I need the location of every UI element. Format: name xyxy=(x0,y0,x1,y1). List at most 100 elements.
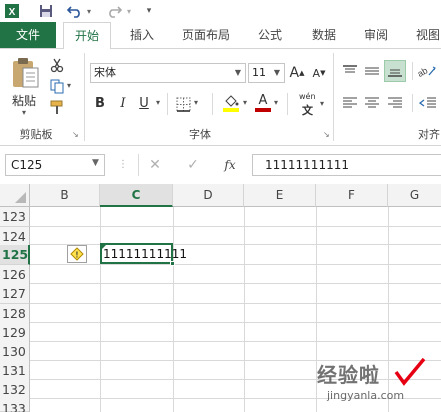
svg-text:X: X xyxy=(9,7,16,18)
row-header[interactable]: 128 xyxy=(0,304,30,324)
tab-data[interactable]: 数据 xyxy=(304,22,344,49)
insert-function-icon[interactable]: fx xyxy=(220,156,240,174)
tab-insert[interactable]: 插入 xyxy=(122,22,162,49)
formula-bar-grip-icon: ⋮ xyxy=(118,159,128,170)
name-box[interactable]: C125 xyxy=(5,154,105,176)
copy-icon[interactable] xyxy=(48,77,66,95)
row-header[interactable]: 131 xyxy=(0,361,30,381)
gridline xyxy=(30,244,441,245)
column-header-b[interactable]: B xyxy=(30,184,100,207)
italic-button[interactable]: I xyxy=(115,94,131,112)
bold-button[interactable]: B xyxy=(92,94,108,112)
tab-formulas[interactable]: 公式 xyxy=(250,22,290,49)
paste-dropdown-icon[interactable]: ▾ xyxy=(22,108,26,117)
alignment-group-label: 对齐 xyxy=(418,128,440,141)
align-left-icon[interactable] xyxy=(341,94,359,112)
warning-icon[interactable]: ! xyxy=(67,245,87,263)
borders-icon[interactable] xyxy=(174,95,192,113)
font-size-select[interactable]: 11 ▼ xyxy=(248,63,285,83)
tab-page-layout[interactable]: 页面布局 xyxy=(174,22,238,49)
decrease-font-size-icon[interactable]: A ▼ xyxy=(311,63,327,83)
separator xyxy=(412,94,413,112)
excel-icon: X xyxy=(4,3,20,19)
clipboard-launcher-icon[interactable]: ↘ xyxy=(72,130,79,139)
row-header[interactable]: 124 xyxy=(0,227,30,247)
phonetic-guide-icon[interactable]: 文 xyxy=(302,102,313,118)
underline-dropdown-icon[interactable]: ▾ xyxy=(156,98,160,107)
gridline xyxy=(173,207,174,412)
font-size-value: 11 xyxy=(252,66,266,79)
row-header[interactable]: 127 xyxy=(0,284,30,304)
group-divider xyxy=(333,53,334,141)
customize-quick-access-icon[interactable]: ▾ xyxy=(143,3,155,19)
cancel-entry-icon[interactable]: ✕ xyxy=(146,156,164,174)
underline-button[interactable]: U xyxy=(136,94,152,112)
gridline xyxy=(30,264,441,265)
cut-icon[interactable] xyxy=(48,56,66,74)
paste-icon[interactable] xyxy=(8,56,42,90)
middle-align-icon[interactable] xyxy=(363,62,381,80)
row-header[interactable]: 133 xyxy=(0,399,30,412)
gridline xyxy=(30,341,441,342)
gridline xyxy=(30,283,441,284)
tab-file[interactable]: 文件 xyxy=(0,22,56,49)
font-color-dropdown-icon[interactable]: ▾ xyxy=(274,98,278,107)
font-launcher-icon[interactable]: ↘ xyxy=(323,130,330,139)
paste-label[interactable]: 粘贴 xyxy=(12,92,36,109)
borders-dropdown-icon[interactable]: ▾ xyxy=(194,98,198,107)
font-name-select[interactable]: 宋体 ▼ xyxy=(90,63,246,83)
fill-color-dropdown-icon[interactable]: ▾ xyxy=(243,98,247,107)
tab-home[interactable]: 开始 xyxy=(63,22,111,49)
column-header-e[interactable]: E xyxy=(244,184,316,207)
undo-icon[interactable] xyxy=(67,3,83,19)
row-header[interactable]: 130 xyxy=(0,342,30,362)
fill-handle[interactable] xyxy=(170,261,175,266)
increase-font-size-icon[interactable]: A ▲ xyxy=(289,63,305,83)
select-all-corner[interactable] xyxy=(0,184,30,207)
tab-view[interactable]: 视图 xyxy=(408,22,441,49)
watermark-url: jingyanla.com xyxy=(327,389,405,402)
fill-color-icon[interactable] xyxy=(222,92,240,114)
chevron-down-icon: ▼ xyxy=(234,68,242,77)
separator xyxy=(287,93,288,115)
separator xyxy=(412,62,413,80)
svg-text:!: ! xyxy=(76,251,79,260)
name-box-dropdown-icon[interactable]: ▼ xyxy=(92,158,99,168)
column-header-f[interactable]: F xyxy=(316,184,388,207)
tab-review[interactable]: 审阅 xyxy=(356,22,396,49)
column-header-d[interactable]: D xyxy=(173,184,244,207)
format-painter-icon[interactable] xyxy=(48,98,66,116)
chevron-down-icon: ▼ xyxy=(273,68,281,77)
separator xyxy=(167,93,168,115)
align-center-icon[interactable] xyxy=(363,94,381,112)
decrease-indent-icon[interactable] xyxy=(418,94,438,112)
undo-dropdown-icon[interactable]: ▾ xyxy=(84,3,94,19)
align-right-icon[interactable] xyxy=(386,94,404,112)
redo-icon[interactable] xyxy=(106,3,122,19)
copy-dropdown-icon[interactable]: ▾ xyxy=(67,81,71,90)
row-header[interactable]: 123 xyxy=(0,207,30,227)
row-header[interactable]: 129 xyxy=(0,323,30,343)
redo-dropdown-icon[interactable]: ▾ xyxy=(124,3,134,19)
orientation-icon[interactable]: ab xyxy=(416,60,438,82)
bottom-align-icon[interactable] xyxy=(384,60,406,82)
row-header[interactable]: 126 xyxy=(0,265,30,285)
save-icon[interactable] xyxy=(38,3,54,19)
font-color-icon[interactable]: A xyxy=(255,92,271,114)
phonetic-guide-label[interactable]: wén xyxy=(299,92,316,101)
column-header-c[interactable]: C xyxy=(100,184,173,207)
top-align-icon[interactable] xyxy=(341,62,359,80)
font-name-value: 宋体 xyxy=(94,66,116,79)
svg-text:ab: ab xyxy=(417,65,429,79)
group-divider xyxy=(84,53,85,141)
formula-input[interactable]: 11111111111 xyxy=(252,154,441,176)
phonetic-dropdown-icon[interactable]: ▾ xyxy=(320,99,324,108)
gridline xyxy=(100,207,101,412)
separator xyxy=(212,93,213,115)
error-indicator-triangle xyxy=(101,244,107,250)
row-header[interactable]: 132 xyxy=(0,380,30,400)
enter-entry-icon[interactable]: ✓ xyxy=(184,156,202,174)
watermark-text: 经验啦 xyxy=(317,363,380,387)
column-header-g[interactable]: G xyxy=(388,184,441,207)
row-header-active[interactable]: 125 xyxy=(0,245,30,265)
